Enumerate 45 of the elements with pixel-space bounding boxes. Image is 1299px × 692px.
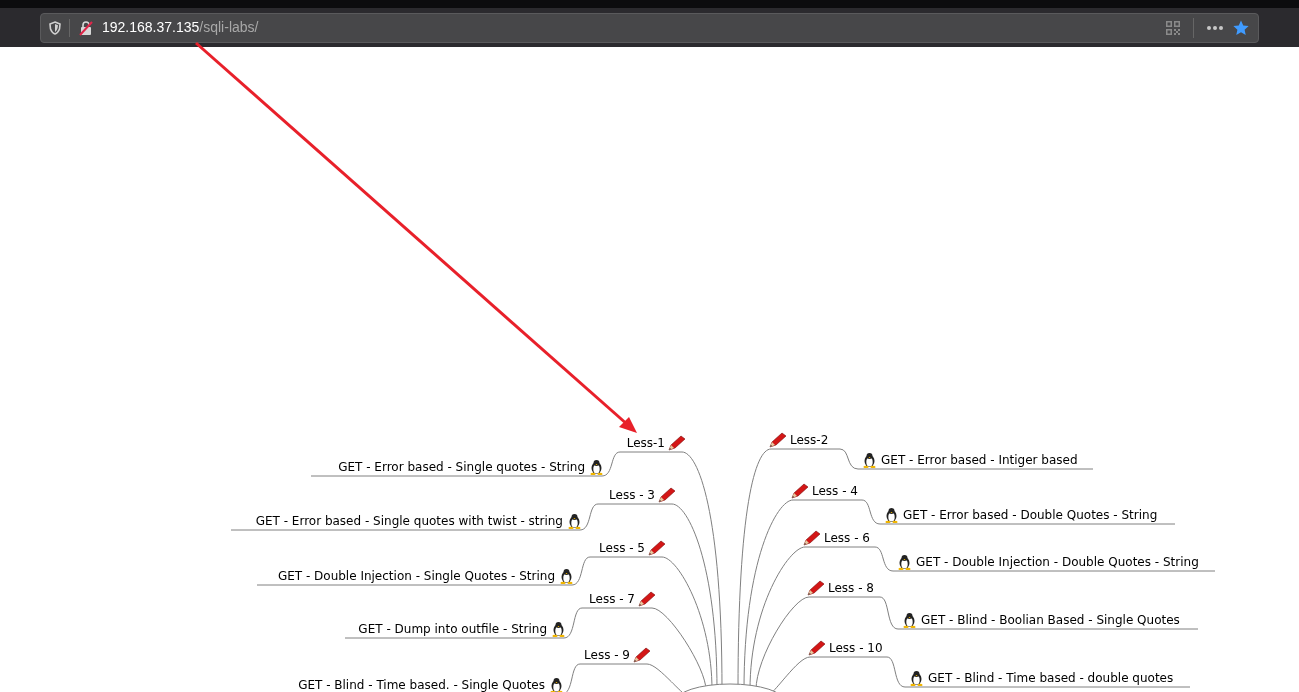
pencil-icon	[791, 483, 809, 499]
pencil-icon	[807, 580, 825, 596]
pencil-icon	[658, 487, 676, 503]
lesson-title: GET - Blind - Time based - double quotes	[928, 672, 1174, 684]
lesson-link[interactable]: Less - 6	[824, 532, 870, 544]
lesson-title: GET - Error based - Single quotes - String	[338, 461, 585, 473]
lesson-link[interactable]: Less - 4	[812, 485, 858, 497]
penguin-icon	[897, 554, 912, 570]
lesson-title: GET - Blind - Boolian Based - Single Quotes	[921, 614, 1180, 626]
lesson-title: GET - Dump into outfile - String	[358, 623, 547, 635]
lesson-link[interactable]: Less-1	[626, 437, 665, 449]
pencil-icon	[633, 647, 651, 663]
lesson-link[interactable]: Less-2	[790, 434, 829, 446]
penguin-icon	[909, 670, 924, 686]
penguin-icon	[902, 612, 917, 628]
qr-code-icon[interactable]	[1165, 19, 1181, 36]
insecure-lock-icon[interactable]	[78, 19, 94, 36]
pencil-icon	[803, 530, 821, 546]
penguin-icon	[862, 452, 877, 468]
pencil-icon	[638, 591, 656, 607]
lesson-link[interactable]: Less - 10	[829, 642, 883, 654]
lesson-title: GET - Blind - Time based. - Single Quotes	[298, 679, 545, 691]
lesson-link[interactable]: Less - 7	[589, 593, 635, 605]
lesson-link[interactable]: Less - 3	[609, 489, 655, 501]
lesson-link[interactable]: Less - 5	[599, 542, 645, 554]
shield-icon[interactable]	[49, 20, 61, 35]
url-text[interactable]: 192.168.37.135/sqli-labs/	[102, 17, 259, 38]
lesson-title: GET - Error based - Single quotes with twist - string	[255, 515, 563, 527]
penguin-icon	[559, 568, 574, 584]
lesson-title: GET - Error based - Double Quotes - String	[903, 509, 1158, 521]
lesson-title: GET - Error based - Intiger based	[881, 454, 1078, 466]
pencil-icon	[769, 432, 787, 448]
more-options-icon[interactable]	[1206, 24, 1224, 31]
penguin-icon	[884, 507, 899, 523]
penguin-icon	[589, 459, 604, 475]
lesson-title: GET - Double Injection - Single Quotes - String	[277, 570, 555, 582]
penguin-icon	[567, 513, 582, 529]
lesson-link[interactable]: Less - 8	[828, 582, 874, 594]
lesson-title: GET - Double Injection - Double Quotes - String	[916, 556, 1199, 568]
pencil-icon	[668, 435, 686, 451]
pencil-icon	[808, 640, 826, 656]
penguin-icon	[551, 621, 566, 637]
pencil-icon	[648, 540, 666, 556]
lesson-link[interactable]: Less - 9	[584, 649, 630, 661]
address-bar[interactable]: 192.168.37.135/sqli-labs/	[40, 12, 1259, 43]
